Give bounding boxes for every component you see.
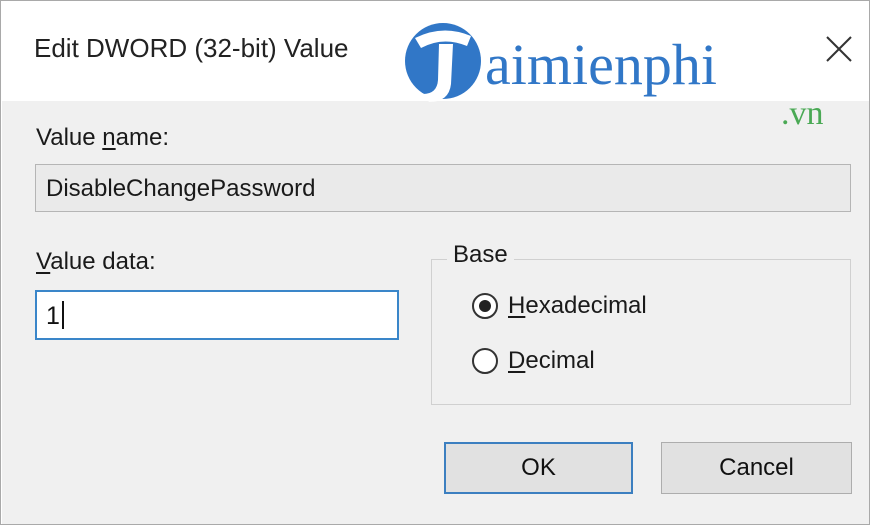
title-bar: Edit DWORD (32-bit) Value: [1, 1, 869, 101]
ok-button[interactable]: OK: [444, 442, 633, 494]
value-data-label: Value data:: [36, 248, 156, 275]
decimal-label: Decimal: [508, 347, 595, 374]
dialog-title: Edit DWORD (32-bit) Value: [34, 33, 349, 63]
cancel-button[interactable]: Cancel: [661, 442, 852, 494]
base-legend: Base: [447, 241, 514, 269]
decimal-radio[interactable]: Decimal: [472, 347, 595, 375]
hexadecimal-label: Hexadecimal: [508, 292, 647, 319]
text-caret: [61, 301, 64, 329]
hexadecimal-radio[interactable]: Hexadecimal: [472, 292, 647, 320]
radio-button-unchecked[interactable]: [472, 348, 498, 374]
value-data-input[interactable]: 1: [35, 290, 399, 340]
base-groupbox: [431, 259, 851, 405]
value-name-field: DisableChangePassword: [35, 164, 851, 212]
value-name-label: Value name:: [36, 124, 169, 151]
radio-button-checked[interactable]: [472, 293, 498, 319]
close-icon[interactable]: [813, 23, 865, 75]
edit-dword-dialog: Edit DWORD (32-bit) Value Value name: Di…: [0, 0, 870, 525]
